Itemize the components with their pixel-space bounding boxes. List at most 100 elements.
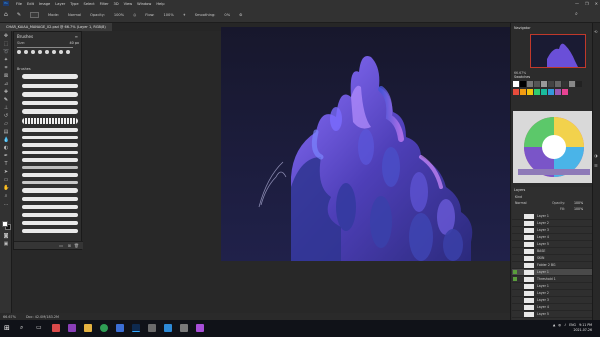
- layer-row[interactable]: Layer 4: [512, 234, 592, 241]
- recent-brush[interactable]: [45, 50, 49, 54]
- visibility-eye-icon[interactable]: [513, 312, 517, 316]
- hand-tool-icon[interactable]: ✋: [3, 186, 9, 191]
- brush-stroke-preview[interactable]: [22, 143, 78, 147]
- healing-tool-icon[interactable]: ✚: [3, 90, 9, 95]
- visibility-eye-icon[interactable]: [513, 242, 517, 246]
- visibility-eye-icon[interactable]: [513, 305, 517, 309]
- app-icon[interactable]: [116, 324, 124, 332]
- recent-brush[interactable]: [59, 50, 63, 54]
- layer-row[interactable]: Layer 4: [512, 304, 592, 311]
- tray-icon[interactable]: ▲: [553, 323, 555, 327]
- layer-opacity-field[interactable]: 100%: [574, 201, 583, 205]
- blend-mode-select[interactable]: Normal: [515, 201, 527, 205]
- smoothing-field[interactable]: 0%: [224, 13, 230, 17]
- pressure-opacity-icon[interactable]: ◎: [133, 13, 136, 17]
- app-icon[interactable]: [68, 324, 76, 332]
- frame-tool-icon[interactable]: ⊠: [3, 74, 9, 79]
- home-icon[interactable]: ⌂: [4, 11, 8, 18]
- layer-row[interactable]: Layer 5: [512, 311, 592, 318]
- layer-row[interactable]: Layer 1: [512, 283, 592, 290]
- brush-stroke-preview[interactable]: [22, 229, 78, 233]
- app-icon[interactable]: [148, 324, 156, 332]
- recent-brush[interactable]: [38, 50, 42, 54]
- more-tools-icon[interactable]: …: [3, 202, 9, 207]
- panel-menu-icon[interactable]: ≡: [75, 34, 78, 39]
- brush-stroke-preview[interactable]: [22, 118, 78, 124]
- layer-row[interactable]: Layer 1: [512, 213, 592, 220]
- brush-stroke-preview[interactable]: [22, 109, 78, 114]
- visibility-eye-icon[interactable]: [513, 214, 517, 218]
- adjustments-panel-icon[interactable]: ◑: [594, 153, 598, 158]
- shape-tool-icon[interactable]: ▭: [3, 178, 9, 183]
- layer-row[interactable]: SKIN: [512, 255, 592, 262]
- brush-stroke-preview[interactable]: [22, 197, 78, 201]
- dodge-tool-icon[interactable]: ◐: [3, 146, 9, 151]
- chrome-icon[interactable]: [100, 324, 108, 332]
- task-view-icon[interactable]: ▭: [36, 324, 44, 332]
- app-icon[interactable]: [180, 324, 188, 332]
- menu-3d[interactable]: 3D: [114, 2, 119, 6]
- navigator-thumbnail[interactable]: [530, 34, 586, 68]
- volume-icon[interactable]: ♪: [564, 323, 566, 327]
- visibility-eye-icon[interactable]: [513, 256, 517, 260]
- recent-brush[interactable]: [52, 50, 56, 54]
- blur-tool-icon[interactable]: 💧: [3, 138, 9, 143]
- search-icon[interactable]: ⌕: [575, 11, 578, 17]
- lasso-tool-icon[interactable]: ➰: [3, 50, 9, 55]
- airbrush-icon[interactable]: ✈: [183, 13, 186, 17]
- layer-row-active[interactable]: Layer 1: [512, 269, 592, 276]
- menu-window[interactable]: Window: [137, 2, 151, 6]
- eyedropper-tool-icon[interactable]: ⊿: [3, 82, 9, 87]
- windows-start-icon[interactable]: ⊞: [4, 324, 12, 332]
- visibility-eye-icon[interactable]: [513, 270, 517, 274]
- brush-stroke-preview[interactable]: [22, 213, 78, 217]
- layer-row[interactable]: Folder 2 BG: [512, 262, 592, 269]
- document-tab[interactable]: CHAR_KAlAA_MANAGE_02.psd @ 66.7% (Layer …: [0, 23, 112, 31]
- path-select-tool-icon[interactable]: ➤: [3, 170, 9, 175]
- layer-row[interactable]: Layer 2: [512, 220, 592, 227]
- minimize-button[interactable]: —: [575, 1, 579, 6]
- visibility-eye-icon[interactable]: [513, 277, 517, 281]
- type-tool-icon[interactable]: T: [3, 162, 9, 167]
- layer-row[interactable]: BASE: [512, 248, 592, 255]
- menu-view[interactable]: View: [124, 2, 133, 6]
- color-wheel-panel[interactable]: [513, 111, 595, 183]
- move-tool-icon[interactable]: ✥: [3, 34, 9, 39]
- brush-stroke-preview[interactable]: [22, 166, 78, 169]
- brush-stroke-preview[interactable]: [22, 128, 78, 132]
- visibility-eye-icon[interactable]: [513, 228, 517, 232]
- menu-type[interactable]: Type: [70, 2, 78, 6]
- settings-gear-icon[interactable]: ⚙: [239, 13, 242, 17]
- brush-stroke-preview[interactable]: [22, 158, 78, 162]
- pen-tool-icon[interactable]: ✒: [3, 154, 9, 159]
- app-icon[interactable]: [164, 324, 172, 332]
- gradient-tool-icon[interactable]: ▤: [3, 130, 9, 135]
- mode-select[interactable]: Normal: [68, 13, 81, 17]
- menu-layer[interactable]: Layer: [55, 2, 65, 6]
- brush-stroke-preview[interactable]: [22, 101, 78, 105]
- menu-edit[interactable]: Edit: [27, 2, 34, 6]
- layer-row[interactable]: Layer 3: [512, 227, 592, 234]
- marquee-tool-icon[interactable]: ⬚: [3, 42, 9, 47]
- close-button[interactable]: ✕: [595, 1, 598, 6]
- brush-stroke-preview[interactable]: [22, 173, 78, 177]
- visibility-eye-icon[interactable]: [513, 249, 517, 253]
- menu-select[interactable]: Select: [84, 2, 95, 6]
- menu-image[interactable]: Image: [39, 2, 50, 6]
- recent-brush[interactable]: [24, 50, 28, 54]
- layer-row[interactable]: Layer 5: [512, 241, 592, 248]
- history-brush-tool-icon[interactable]: ↺: [3, 114, 9, 119]
- eraser-tool-icon[interactable]: ▱: [3, 122, 9, 127]
- stamp-tool-icon[interactable]: ⊥: [3, 106, 9, 111]
- visibility-eye-icon[interactable]: [513, 235, 517, 239]
- flow-field[interactable]: 100%: [163, 13, 173, 17]
- menu-help[interactable]: Help: [156, 2, 164, 6]
- app-icon[interactable]: [84, 324, 92, 332]
- menu-file[interactable]: File: [16, 2, 22, 6]
- recent-brush[interactable]: [17, 50, 21, 54]
- layer-row[interactable]: Layer 3: [512, 297, 592, 304]
- layer-row[interactable]: Layer 2: [512, 290, 592, 297]
- visibility-eye-icon[interactable]: [513, 221, 517, 225]
- history-panel-icon[interactable]: ⟲: [594, 29, 597, 34]
- app-icon[interactable]: [52, 324, 60, 332]
